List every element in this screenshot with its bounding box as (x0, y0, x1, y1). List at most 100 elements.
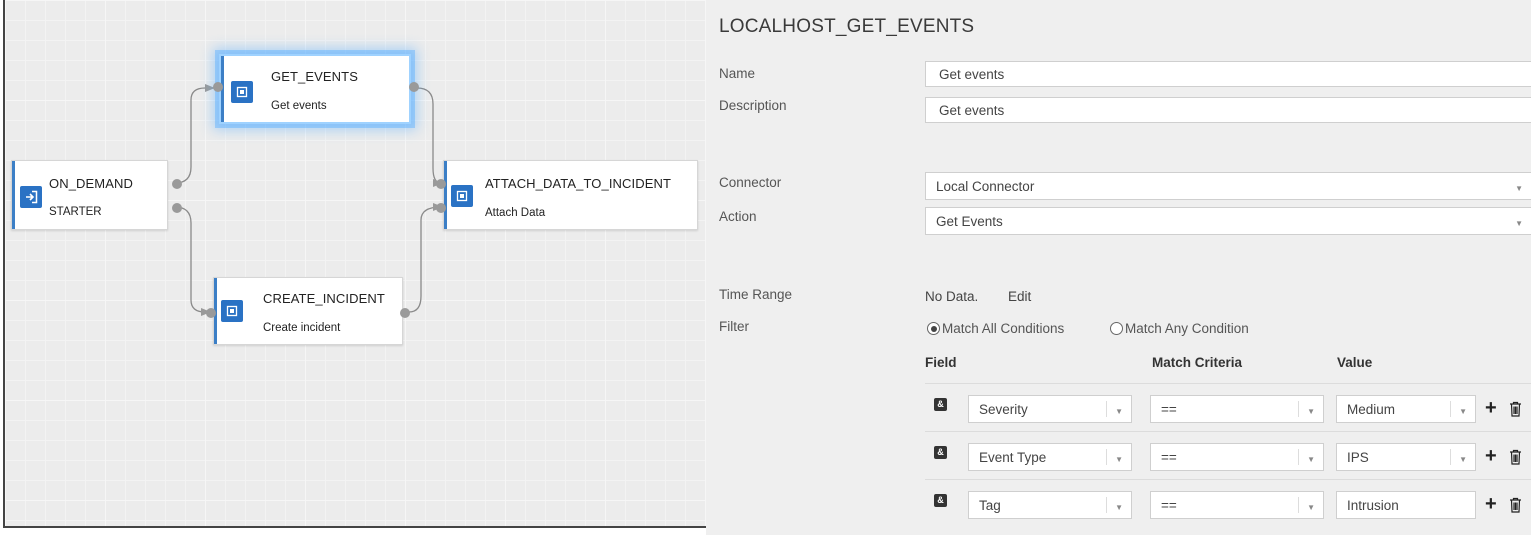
criteria-select[interactable]: == ▼ (1150, 491, 1324, 519)
node-accent-bar (444, 161, 447, 229)
trash-icon[interactable] (1509, 449, 1522, 465)
link-on-demand-to-get-events (174, 87, 217, 184)
value-select[interactable]: IPS ▼ (1336, 443, 1476, 471)
value-input[interactable]: Intrusion (1336, 491, 1476, 519)
field-select-value: Event Type (979, 450, 1047, 465)
criteria-select-value: == (1161, 498, 1177, 513)
filter-label: Filter (719, 319, 749, 334)
description-label: Description (719, 98, 787, 113)
select-divider (1450, 449, 1451, 465)
select-divider (1106, 449, 1107, 465)
radio-unchecked-icon (1110, 322, 1123, 335)
trash-icon[interactable] (1509, 401, 1522, 417)
workflow-canvas[interactable]: ON_DEMAND STARTER GET_EVENTS Get events … (3, 0, 706, 528)
trash-icon[interactable] (1509, 497, 1522, 513)
and-badge: & (934, 446, 947, 459)
column-header-match-criteria: Match Criteria (1152, 355, 1243, 370)
select-divider (1106, 497, 1107, 513)
node-title: CREATE_INCIDENT (263, 291, 385, 306)
time-range-edit-link[interactable]: Edit (1008, 289, 1031, 304)
action-label: Action (719, 209, 757, 224)
time-range-value: No Data. (925, 289, 979, 304)
link-create-incident-to-attach (408, 206, 442, 313)
value-select-value: IPS (1347, 450, 1369, 465)
chevron-down-icon: ▼ (1307, 503, 1315, 512)
field-select[interactable]: Severity ▼ (968, 395, 1132, 423)
chevron-down-icon: ▼ (1459, 407, 1467, 416)
properties-panel: LOCALHOST_GET_EVENTS Name Get events Des… (706, 0, 1531, 535)
chevron-down-icon: ▼ (1115, 503, 1123, 512)
node-subtitle: STARTER (49, 206, 102, 218)
description-input[interactable]: Get events (925, 97, 1531, 123)
add-condition-button[interactable]: + (1485, 446, 1497, 466)
match-all-label: Match All Conditions (942, 321, 1065, 336)
select-divider (1106, 401, 1107, 417)
node-title: GET_EVENTS (271, 69, 358, 84)
input-port[interactable] (436, 179, 446, 189)
value-select-value: Medium (1347, 402, 1396, 417)
chevron-down-icon: ▼ (1515, 219, 1523, 228)
input-port[interactable] (213, 82, 223, 92)
field-select-value: Severity (979, 402, 1028, 417)
select-divider (1298, 401, 1299, 417)
add-condition-button[interactable]: + (1485, 494, 1497, 514)
criteria-select-value: == (1161, 402, 1177, 417)
node-title: ON_DEMAND (49, 176, 133, 191)
criteria-select-value: == (1161, 450, 1177, 465)
panel-title: LOCALHOST_GET_EVENTS (719, 16, 975, 37)
node-accent-bar (12, 161, 15, 229)
column-header-value: Value (1337, 355, 1373, 370)
output-port[interactable] (172, 179, 182, 189)
header-divider (925, 383, 1531, 384)
match-any-label: Match Any Condition (1125, 321, 1249, 336)
select-divider (1298, 449, 1299, 465)
value-select[interactable]: Medium ▼ (1336, 395, 1476, 423)
output-port[interactable] (409, 82, 419, 92)
connector-label: Connector (719, 175, 782, 190)
field-select-value: Tag (979, 498, 1001, 513)
add-condition-button[interactable]: + (1485, 398, 1497, 418)
node-get-events[interactable]: GET_EVENTS Get events (213, 54, 419, 124)
node-create-incident[interactable]: CREATE_INCIDENT Create incident (206, 277, 410, 345)
action-select-value: Get Events (936, 214, 1003, 229)
row-divider (925, 431, 1531, 432)
criteria-select[interactable]: == ▼ (1150, 443, 1324, 471)
chevron-down-icon: ▼ (1515, 184, 1523, 193)
time-range-label: Time Range (719, 287, 793, 302)
select-divider (1450, 401, 1451, 417)
output-port[interactable] (172, 203, 182, 213)
node-subtitle: Create incident (263, 322, 341, 334)
column-header-field: Field (925, 355, 957, 370)
connector-icon (231, 81, 253, 103)
chevron-down-icon: ▼ (1115, 455, 1123, 464)
name-input[interactable]: Get events (925, 61, 1531, 87)
match-any-radio[interactable]: Match Any Condition (1110, 321, 1249, 336)
select-divider (1298, 497, 1299, 513)
field-select[interactable]: Tag ▼ (968, 491, 1132, 519)
input-port[interactable] (436, 203, 446, 213)
link-on-demand-to-create-incident (174, 206, 211, 313)
connector-select-value: Local Connector (936, 179, 1035, 194)
and-badge: & (934, 398, 947, 411)
criteria-select[interactable]: == ▼ (1150, 395, 1324, 423)
node-title: ATTACH_DATA_TO_INCIDENT (485, 176, 672, 191)
match-all-radio[interactable]: Match All Conditions (927, 321, 1064, 336)
node-on-demand[interactable]: ON_DEMAND STARTER (11, 160, 182, 230)
link-get-events-to-attach (416, 87, 442, 184)
row-divider (925, 479, 1531, 480)
chevron-down-icon: ▼ (1307, 455, 1315, 464)
input-port[interactable] (206, 308, 216, 318)
output-port[interactable] (400, 308, 410, 318)
node-attach-data-to-incident[interactable]: ATTACH_DATA_TO_INCIDENT Attach Data (436, 160, 698, 230)
field-select[interactable]: Event Type ▼ (968, 443, 1132, 471)
connector-select[interactable]: Local Connector ▼ (925, 172, 1531, 200)
node-subtitle: Get events (271, 100, 327, 112)
action-select[interactable]: Get Events ▼ (925, 207, 1531, 235)
chevron-down-icon: ▼ (1115, 407, 1123, 416)
connector-icon (451, 185, 473, 207)
and-badge: & (934, 494, 947, 507)
radio-checked-icon (927, 322, 940, 335)
enter-icon (20, 186, 42, 208)
chevron-down-icon: ▼ (1459, 455, 1467, 464)
chevron-down-icon: ▼ (1307, 407, 1315, 416)
